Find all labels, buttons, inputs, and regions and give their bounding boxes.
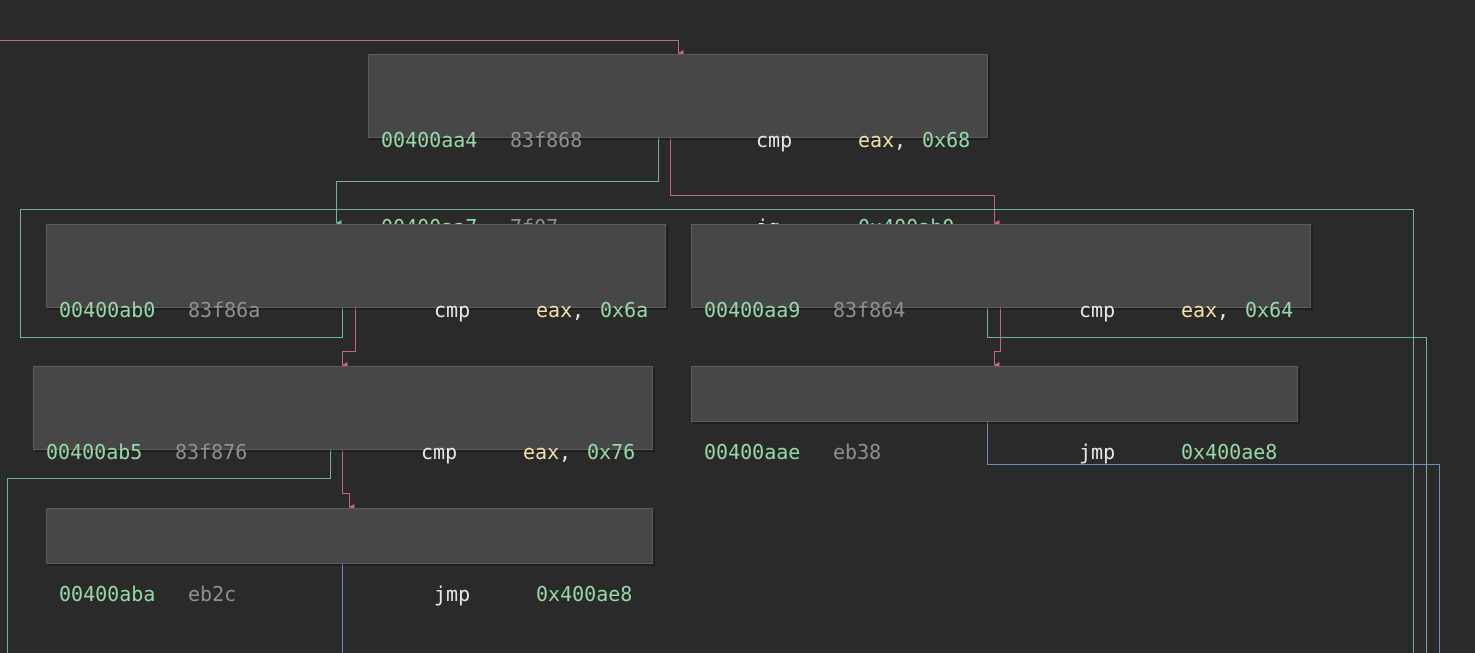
basic-block-400ab0[interactable]: 00400ab0 83f86a cmp eax , 0x6a 00400ab3 … — [46, 224, 666, 409]
instruction-mnemonic: jmp — [434, 582, 471, 606]
operand-immediate: 0x400ae8 — [1181, 440, 1278, 464]
instruction-mnemonic: jmp — [1079, 440, 1116, 464]
instruction-line[interactable]: 00400aae eb38 jmp 0x400ae8 — [692, 438, 1297, 467]
instruction-line[interactable]: 00400ab5 83f876 cmp eax , 0x76 — [34, 438, 652, 467]
instruction-bytes: 83f864 — [833, 298, 906, 322]
instruction-bytes: 83f868 — [510, 128, 583, 152]
instruction-mnemonic: cmp — [756, 128, 793, 152]
instruction-mnemonic: cmp — [434, 298, 471, 322]
basic-block-400aba[interactable]: 00400aba eb2c jmp 0x400ae8 — [46, 508, 653, 606]
instruction-line[interactable]: 00400aa9 83f864 cmp eax , 0x64 — [692, 296, 1310, 325]
instruction-bytes: 83f86a — [188, 298, 261, 322]
instruction-line[interactable]: 00400aba eb2c jmp 0x400ae8 — [47, 580, 652, 609]
operand-immediate: 0x68 — [922, 128, 971, 152]
basic-block-400aae[interactable]: 00400aae eb38 jmp 0x400ae8 — [691, 366, 1298, 464]
instruction-address: 00400aa4 — [381, 128, 478, 152]
instruction-bytes: 83f876 — [175, 440, 248, 464]
control-flow-graph[interactable]: 00400aa4 83f868 cmp eax , 0x68 00400aa7 … — [0, 0, 1475, 653]
operand-separator: , — [894, 128, 919, 152]
instruction-address: 00400ab5 — [46, 440, 143, 464]
instruction-line[interactable]: 00400ab0 83f86a cmp eax , 0x6a — [47, 296, 665, 325]
operand-immediate: 0x64 — [1245, 298, 1294, 322]
instruction-line[interactable]: 00400aa4 83f868 cmp eax , 0x68 — [369, 126, 987, 155]
instruction-mnemonic: cmp — [1079, 298, 1116, 322]
operand-separator: , — [572, 298, 597, 322]
operand-register: eax — [858, 128, 895, 152]
basic-block-400aa4[interactable]: 00400aa4 83f868 cmp eax , 0x68 00400aa7 … — [368, 54, 988, 239]
instruction-address: 00400aae — [704, 440, 801, 464]
operand-separator: , — [559, 440, 584, 464]
instruction-bytes: eb2c — [188, 582, 237, 606]
operand-immediate: 0x6a — [600, 298, 649, 322]
basic-block-400ab5[interactable]: 00400ab5 83f876 cmp eax , 0x76 00400ab8 … — [33, 366, 653, 551]
operand-register: eax — [1181, 298, 1218, 322]
instruction-address: 00400aba — [59, 582, 156, 606]
instruction-address: 00400aa9 — [704, 298, 801, 322]
operand-immediate: 0x400ae8 — [536, 582, 633, 606]
basic-block-400aa9[interactable]: 00400aa9 83f864 cmp eax , 0x64 00400aac … — [691, 224, 1311, 409]
edge-into-400aa4 — [0, 40, 684, 56]
operand-separator: , — [1217, 298, 1242, 322]
instruction-mnemonic: cmp — [421, 440, 458, 464]
operand-immediate: 0x76 — [587, 440, 636, 464]
operand-register: eax — [523, 440, 560, 464]
instruction-address: 00400ab0 — [59, 298, 156, 322]
operand-register: eax — [536, 298, 573, 322]
instruction-bytes: eb38 — [833, 440, 882, 464]
